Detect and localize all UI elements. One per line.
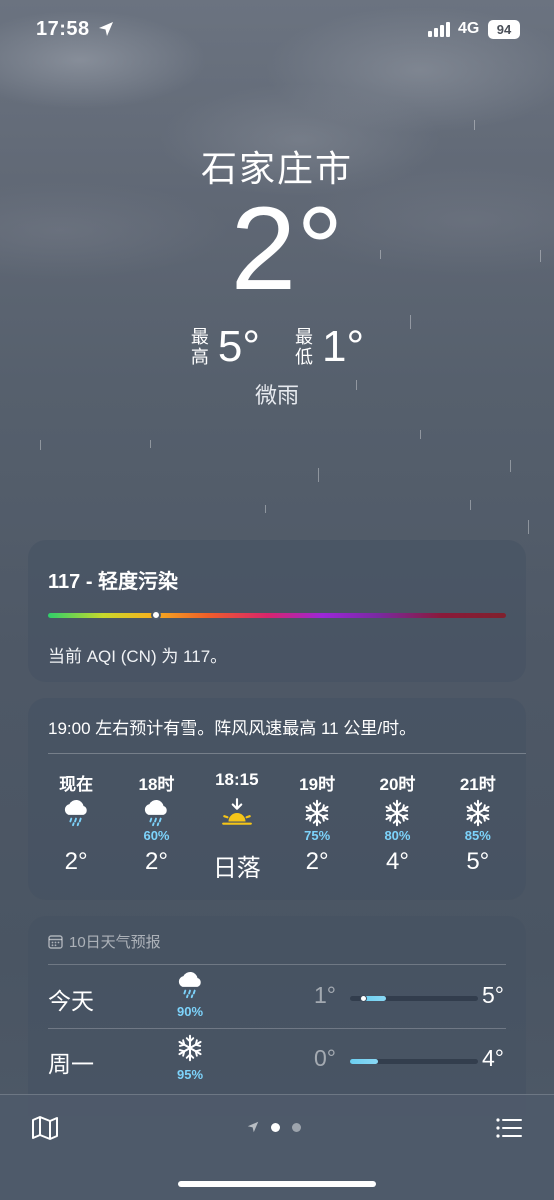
hourly-item: 现在 2° bbox=[41, 770, 111, 883]
divider bbox=[48, 964, 506, 965]
raindrop bbox=[528, 520, 529, 534]
cloud-rain-icon bbox=[61, 798, 91, 828]
home-indicator[interactable] bbox=[178, 1181, 376, 1187]
hour-temperature: 5° bbox=[466, 848, 490, 875]
high-temperature: 5° bbox=[217, 322, 260, 371]
status-bar: 17:58 4G 94 bbox=[0, 0, 554, 60]
raindrop bbox=[150, 440, 151, 448]
battery-icon: 94 bbox=[488, 20, 520, 39]
cloud-rain-icon bbox=[141, 798, 171, 828]
hourly-forecast-card[interactable]: 19:00 左右预计有雪。阵风风速最高 11 公里/时。 现在 2° 18时 60% 2… bbox=[28, 698, 526, 900]
hour-label: 21时 bbox=[459, 775, 496, 794]
hour-label: 20时 bbox=[379, 775, 416, 794]
raindrop bbox=[318, 468, 319, 482]
day-name: 周一 bbox=[48, 1051, 94, 1077]
raindrop bbox=[470, 500, 471, 510]
day-high: 5° bbox=[482, 982, 504, 1008]
hour-temperature: 2° bbox=[64, 848, 88, 875]
high-low-temperatures: 最高 5° 最低 1° bbox=[0, 322, 554, 372]
precip-chance: 75% bbox=[304, 828, 331, 843]
hour-label: 现在 bbox=[59, 775, 94, 794]
location-arrow-icon bbox=[99, 22, 113, 36]
hour-label: 18:15 bbox=[215, 770, 259, 789]
raindrop bbox=[420, 430, 421, 439]
day-high: 4° bbox=[482, 1045, 504, 1071]
hour-temperature: 2° bbox=[145, 848, 168, 875]
aqi-description: 当前 AQI (CN) 为 117。 bbox=[48, 647, 228, 666]
hourly-summary: 19:00 左右预计有雪。阵风风速最高 11 公里/时。 bbox=[48, 719, 417, 738]
low-temperature: 1° bbox=[322, 322, 365, 371]
raindrop bbox=[265, 505, 266, 513]
ten-day-forecast-card[interactable]: 10日天气预报 今天 90% 1° 5° 周一 95% 0° 4° bbox=[28, 916, 526, 1116]
hourly-row[interactable]: 现在 2° 18时 60% 2° 18:15 日落 19时 75% 2° 20时 80% 4° 21时 85… bbox=[28, 770, 526, 883]
ten-day-title: 10日天气预报 bbox=[48, 931, 161, 952]
hour-label: 19时 bbox=[299, 775, 336, 794]
snowflake-icon bbox=[168, 1033, 212, 1070]
raindrop bbox=[40, 440, 41, 450]
high-label: 最高 bbox=[190, 327, 209, 367]
weather-condition: 微雨 bbox=[254, 383, 299, 408]
bottom-toolbar bbox=[0, 1094, 554, 1200]
low-label: 最低 bbox=[295, 327, 313, 367]
location-page-icon[interactable] bbox=[247, 1121, 259, 1133]
hourly-item: 18时 60% 2° bbox=[121, 770, 191, 883]
daily-row[interactable]: 周一 95% 0° 4° bbox=[28, 1029, 526, 1091]
divider bbox=[48, 753, 526, 754]
cloud-rain-icon bbox=[168, 970, 212, 1007]
temp-range-track bbox=[350, 995, 478, 1002]
daily-row[interactable]: 今天 90% 1° 5° bbox=[28, 966, 526, 1028]
aqi-scale-bar bbox=[48, 613, 506, 618]
hour-temperature: 4° bbox=[385, 848, 409, 875]
temp-range-fill bbox=[350, 1059, 379, 1064]
precip-chance: 95% bbox=[176, 1067, 204, 1082]
hourly-item: 20时 80% 4° bbox=[362, 770, 432, 883]
air-quality-card[interactable]: 117 - 轻度污染 当前 AQI (CN) 为 117。 bbox=[28, 540, 526, 682]
hourly-item: 19时 75% 2° bbox=[282, 770, 352, 883]
precip-chance: 90% bbox=[176, 1004, 204, 1019]
current-temperature: 2° bbox=[230, 183, 344, 315]
aqi-title: 117 - 轻度污染 bbox=[48, 571, 179, 593]
raindrop bbox=[474, 120, 475, 130]
raindrop bbox=[510, 460, 511, 472]
precip-chance: 80% bbox=[384, 828, 411, 843]
status-time: 17:58 bbox=[36, 18, 90, 40]
hourly-item: 18:15 日落 bbox=[202, 770, 272, 883]
list-icon[interactable] bbox=[494, 1113, 524, 1143]
page-dot[interactable] bbox=[292, 1122, 301, 1132]
snowflake-icon bbox=[382, 798, 412, 828]
hour-temperature: 2° bbox=[305, 848, 329, 875]
hourly-item: 21时 85% 5° bbox=[443, 770, 513, 883]
page-dot-active[interactable] bbox=[271, 1122, 280, 1132]
ten-day-title-label: 10日天气预报 bbox=[69, 934, 161, 951]
snowflake-icon bbox=[302, 798, 332, 828]
cellular-signal-icon bbox=[428, 22, 450, 37]
current-temp-marker bbox=[359, 995, 367, 1002]
day-name: 今天 bbox=[48, 988, 94, 1014]
day-low: 1° bbox=[314, 982, 336, 1008]
precip-chance: 85% bbox=[464, 828, 491, 843]
map-icon[interactable] bbox=[30, 1113, 60, 1143]
hour-label: 18时 bbox=[138, 775, 175, 794]
sunset-icon bbox=[220, 798, 254, 828]
network-type: 4G bbox=[458, 20, 480, 37]
day-low: 0° bbox=[314, 1045, 336, 1071]
snowflake-icon bbox=[463, 798, 493, 828]
hour-temperature: 日落 bbox=[212, 855, 261, 882]
precip-chance: 60% bbox=[143, 828, 170, 843]
calendar-icon bbox=[48, 935, 63, 949]
page-indicator[interactable] bbox=[247, 1121, 301, 1133]
temp-range-track bbox=[350, 1059, 478, 1064]
aqi-indicator bbox=[150, 610, 161, 620]
